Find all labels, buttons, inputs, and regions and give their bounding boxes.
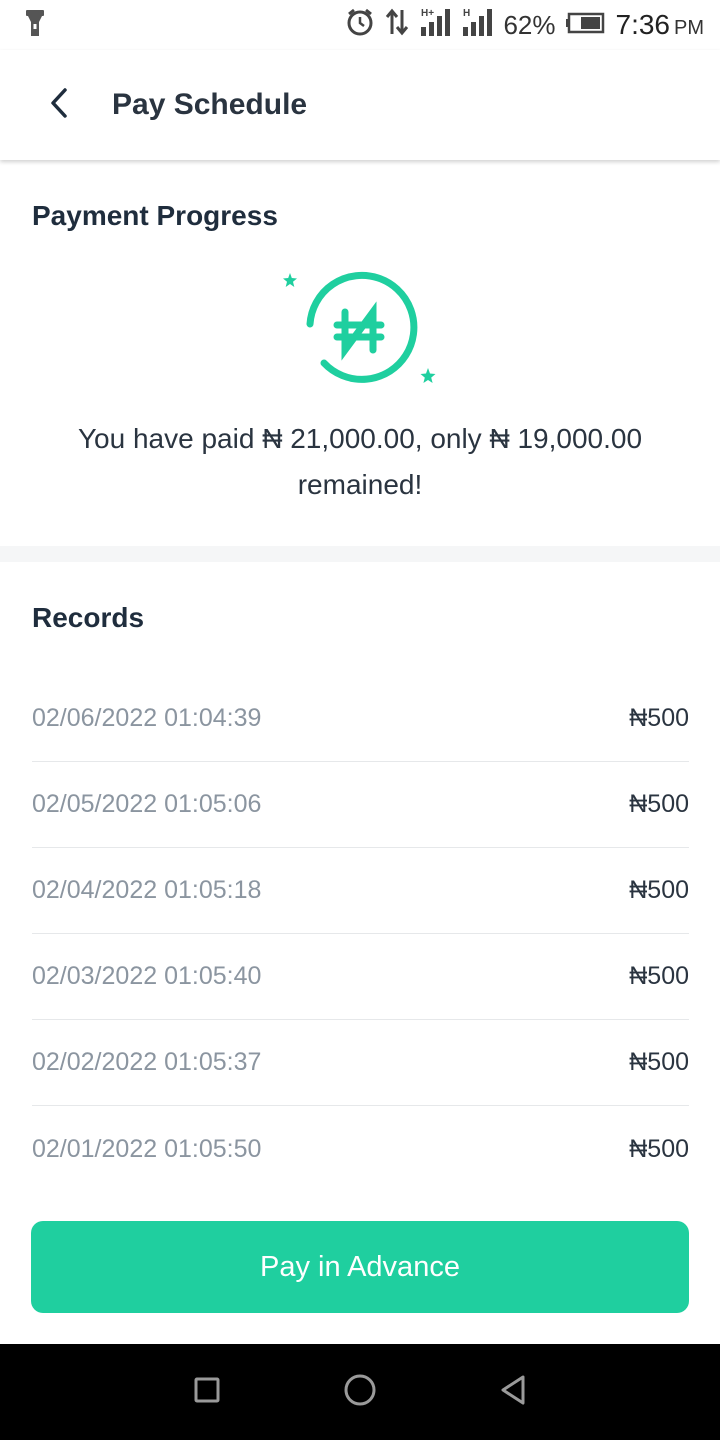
svg-text:H: H [463, 8, 470, 19]
recent-apps-icon [193, 1376, 221, 1409]
signal-h-plus-icon: H+ [419, 7, 451, 44]
app-bar: Pay Schedule [0, 50, 720, 160]
clock-time: 7:36 [615, 9, 671, 40]
record-date: 02/02/2022 01:05:37 [32, 1048, 262, 1076]
list-item: 02/06/2022 01:04:39 ₦500 [32, 676, 689, 762]
payment-progress-section: Payment Progress You have paid ₦ 21,000.… [0, 160, 720, 546]
list-item: 02/01/2022 01:05:50 ₦500 [32, 1106, 689, 1192]
pay-schedule-screen: H+ H 62% 7:36 PM Pay Schedule Payment Pr… [0, 0, 720, 1440]
record-date: 02/04/2022 01:05:18 [32, 876, 262, 904]
page-title: Pay Schedule [112, 88, 308, 121]
payment-progress-message: You have paid ₦ 21,000.00, only ₦ 19,000… [77, 423, 643, 500]
record-date: 02/01/2022 01:05:50 [32, 1134, 262, 1163]
payment-progress-title: Payment Progress [32, 200, 278, 231]
system-nav-bar [0, 1344, 720, 1440]
records-list: 02/06/2022 01:04:39 ₦500 02/05/2022 01:0… [32, 676, 689, 1192]
system-back-button[interactable] [483, 1362, 543, 1422]
section-divider [0, 546, 720, 562]
home-icon [343, 1373, 377, 1412]
record-amount: ₦500 [629, 790, 689, 818]
pay-in-advance-button[interactable]: Pay in Advance [31, 1221, 689, 1313]
list-item: 02/03/2022 01:05:40 ₦500 [32, 934, 689, 1020]
naira-coin-icon [276, 268, 446, 398]
back-button[interactable] [30, 75, 90, 135]
battery-icon [565, 10, 606, 41]
record-amount: ₦500 [629, 704, 689, 732]
records-title: Records [32, 602, 145, 633]
alarm-icon [345, 7, 375, 44]
clock-ampm: PM [674, 17, 704, 39]
record-amount: ₦500 [629, 1134, 689, 1163]
recent-apps-button[interactable] [177, 1362, 237, 1422]
back-icon [498, 1374, 528, 1411]
flashlight-icon [24, 8, 46, 43]
data-transfer-icon [385, 8, 409, 43]
record-amount: ₦500 [629, 1048, 689, 1076]
list-item: 02/05/2022 01:05:06 ₦500 [32, 762, 689, 848]
record-date: 02/05/2022 01:05:06 [32, 790, 262, 818]
list-item: 02/02/2022 01:05:37 ₦500 [32, 1020, 689, 1106]
signal-h-icon: H [461, 7, 493, 44]
list-item: 02/04/2022 01:05:18 ₦500 [32, 848, 689, 934]
svg-text:H+: H+ [421, 8, 434, 19]
records-section: Records 02/06/2022 01:04:39 ₦500 02/05/2… [0, 562, 720, 1202]
record-amount: ₦500 [629, 876, 689, 904]
record-date: 02/03/2022 01:05:40 [32, 962, 262, 990]
battery-percent: 62% [503, 9, 556, 40]
record-date: 02/06/2022 01:04:39 [32, 704, 262, 732]
home-button[interactable] [330, 1362, 390, 1422]
record-amount: ₦500 [629, 962, 689, 990]
status-bar: H+ H 62% 7:36 PM [0, 0, 720, 50]
chevron-left-icon [48, 87, 72, 124]
